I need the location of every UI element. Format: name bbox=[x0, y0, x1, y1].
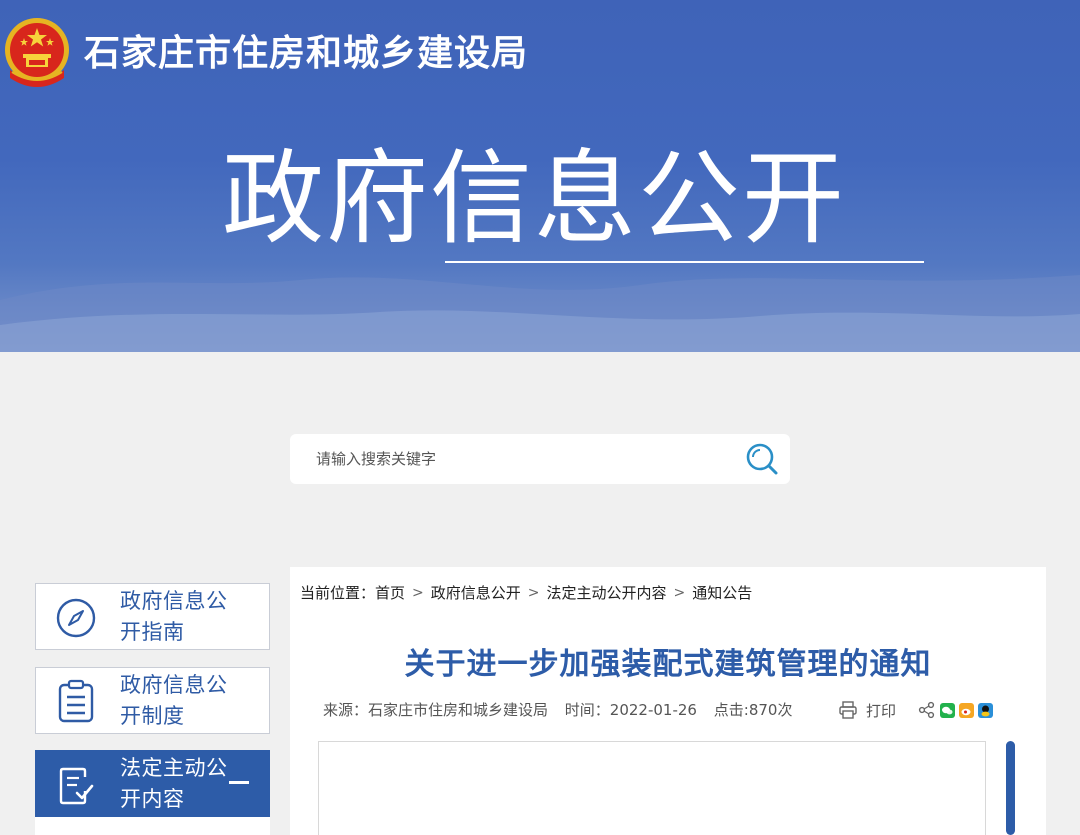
sidebar-submenu bbox=[35, 817, 270, 835]
scrollbar-thumb[interactable] bbox=[1006, 741, 1015, 835]
print-label: 打印 bbox=[866, 701, 897, 720]
search-button[interactable] bbox=[740, 438, 784, 480]
breadcrumb-item-info-disclosure[interactable]: 政府信息公开 bbox=[431, 582, 521, 604]
compass-icon bbox=[54, 596, 98, 640]
weibo-share-icon[interactable] bbox=[959, 702, 975, 718]
share-icon[interactable] bbox=[918, 701, 936, 719]
breadcrumb-item-notices[interactable]: 通知公告 bbox=[692, 582, 752, 604]
sidebar-item-label: 政府信息公开指南 bbox=[120, 589, 228, 644]
search-icon bbox=[746, 443, 778, 475]
sidebar-item-statutory-content[interactable]: 法定主动公开内容 bbox=[35, 750, 270, 817]
collapse-minus-icon[interactable] bbox=[229, 781, 249, 784]
title-underline bbox=[445, 261, 924, 263]
qzone-share-icon[interactable] bbox=[978, 702, 994, 718]
article-title: 关于进一步加强装配式建筑管理的通知 bbox=[404, 647, 932, 682]
breadcrumb: 当前位置： 首页 > 政府信息公开 > 法定主动公开内容 > 通知公告 bbox=[300, 582, 752, 604]
national-emblem-icon bbox=[5, 18, 69, 87]
sidebar-item-label: 法定主动公开内容 bbox=[120, 756, 228, 811]
article-time: 时间：2022-01-26 bbox=[564, 701, 697, 719]
sidebar-item-system[interactable]: 政府信息公开制度 bbox=[35, 667, 270, 734]
document-frame bbox=[318, 741, 986, 835]
sidebar-item-label: 政府信息公开制度 bbox=[120, 673, 228, 728]
article-meta: 来源：石家庄市住房和城乡建设局 时间：2022-01-26 点击:870次 bbox=[323, 699, 804, 721]
search-bar bbox=[290, 434, 790, 484]
banner-title: 政府信息公开 bbox=[222, 140, 846, 259]
breadcrumb-item-home[interactable]: 首页 bbox=[375, 582, 405, 604]
sidebar-item-guide[interactable]: 政府信息公开指南 bbox=[35, 583, 270, 650]
breadcrumb-item-statutory-content[interactable]: 法定主动公开内容 bbox=[547, 582, 667, 604]
chevron-right-icon: > bbox=[412, 585, 424, 601]
clipboard-list-icon bbox=[54, 679, 98, 724]
wechat-share-icon[interactable] bbox=[940, 702, 956, 718]
site-title: 石家庄市住房和城乡建设局 bbox=[84, 33, 529, 74]
printer-icon bbox=[839, 701, 857, 719]
chevron-right-icon: > bbox=[673, 585, 686, 601]
document-check-icon bbox=[54, 763, 98, 807]
article-hits: 点击:870次 bbox=[713, 701, 793, 719]
search-input[interactable] bbox=[306, 444, 746, 474]
article-source: 来源：石家庄市住房和城乡建设局 bbox=[323, 701, 549, 719]
chevron-right-icon: > bbox=[527, 585, 540, 601]
print-button[interactable]: 打印 bbox=[838, 700, 896, 721]
header-banner: 石家庄市住房和城乡建设局 政府信息公开 bbox=[0, 0, 1080, 352]
breadcrumb-lead: 当前位置： bbox=[300, 584, 376, 602]
article-tools: 打印 bbox=[838, 698, 994, 722]
